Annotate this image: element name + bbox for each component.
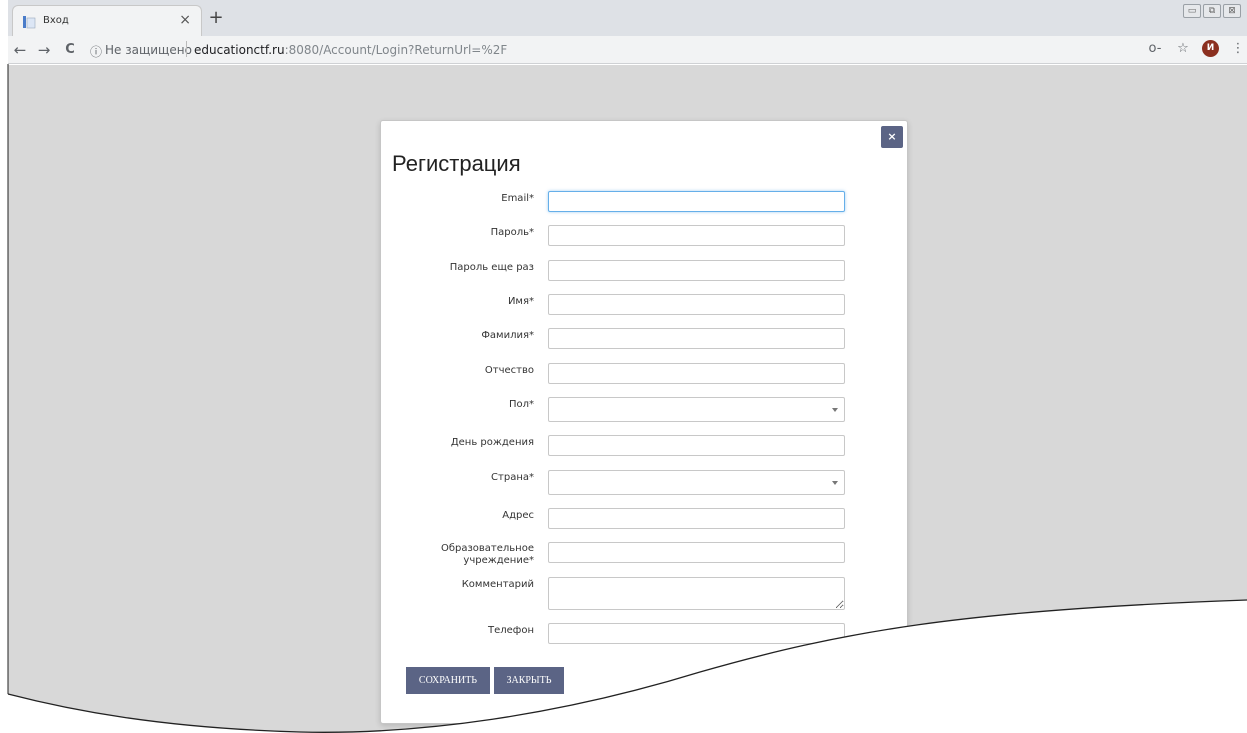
url-path: :8080/Account/Login?ReturnUrl=%2F [284, 43, 508, 57]
url-divider [186, 41, 187, 57]
first-name-field[interactable] [548, 294, 845, 315]
comment-textarea[interactable] [548, 577, 845, 610]
phone-field[interactable] [548, 623, 845, 644]
patronymic-field[interactable] [548, 363, 845, 384]
save-button[interactable]: СОХРАНИТЬ [406, 667, 490, 694]
password-repeat-field[interactable] [548, 260, 845, 281]
country-select[interactable] [548, 470, 845, 495]
tab-login[interactable]: Вход × [12, 5, 202, 36]
key-icon[interactable]: o- [1146, 41, 1164, 56]
bookmark-star-icon[interactable]: ☆ [1174, 41, 1192, 56]
back-arrow-icon[interactable]: ← [10, 40, 30, 60]
address-field[interactable] [548, 508, 845, 529]
tab-close-icon[interactable]: × [179, 12, 191, 28]
email-label: Email* [501, 193, 534, 204]
page-content: × Регистрация Email* Пароль* Пароль еще … [8, 65, 1247, 733]
new-tab-button[interactable]: + [205, 8, 227, 30]
institution-field[interactable] [548, 542, 845, 563]
institution-label-line1: Образовательное [440, 543, 534, 554]
first-name-label: Имя* [507, 296, 534, 307]
toolbar-actions: o- ☆ И ⋮ [1146, 40, 1247, 57]
institution-label-line2: учреждение* [463, 555, 534, 566]
birthday-field[interactable] [548, 435, 845, 456]
minimize-icon[interactable]: ▭ [1183, 4, 1201, 18]
profile-avatar[interactable]: И [1202, 40, 1219, 57]
restore-icon[interactable]: ⧉ [1203, 4, 1221, 18]
phone-label: Телефон [487, 625, 534, 636]
security-status[interactable]: Не защищено [105, 43, 192, 57]
patronymic-label: Отчество [484, 365, 534, 376]
comment-label: Комментарий [461, 579, 534, 590]
last-name-label: Фамилия* [481, 330, 534, 341]
tab-strip: Вход × + ▭ ⧉ ⊠ [8, 0, 1247, 36]
gender-label: Пол* [508, 399, 534, 410]
password-label: Пароль* [490, 227, 534, 238]
info-icon[interactable]: ⓘ [90, 43, 102, 60]
browser-toolbar: ← → C ⓘ Не защищено educationctf.ru:8080… [8, 36, 1247, 64]
menu-dots-icon[interactable]: ⋮ [1229, 41, 1247, 56]
password-field[interactable] [548, 225, 845, 246]
birthday-label: День рождения [450, 437, 534, 448]
address-label: Адрес [502, 510, 534, 521]
forward-arrow-icon[interactable]: → [34, 40, 54, 60]
tab-title: Вход [43, 15, 69, 26]
registration-modal: × Регистрация Email* Пароль* Пароль еще … [380, 120, 908, 724]
close-button[interactable]: ЗАКРЫТЬ [494, 667, 564, 694]
institution-label: Образовательное учреждение* [384, 543, 534, 567]
email-field[interactable] [548, 191, 845, 212]
chevron-down-icon [832, 481, 838, 485]
reload-icon[interactable]: C [60, 40, 80, 60]
modal-title: Регистрация [392, 151, 521, 176]
address-bar[interactable]: educationctf.ru:8080/Account/Login?Retur… [194, 43, 507, 57]
browser-window: Вход × + ▭ ⧉ ⊠ ← → C ⓘ Не защищено educa… [8, 0, 1247, 733]
last-name-field[interactable] [548, 328, 845, 349]
url-host: educationctf.ru [194, 43, 285, 57]
window-close-icon[interactable]: ⊠ [1223, 4, 1241, 18]
modal-close-button[interactable]: × [881, 126, 903, 148]
country-label: Страна* [491, 472, 534, 483]
chevron-down-icon [832, 408, 838, 412]
gender-select[interactable] [548, 397, 845, 422]
page-favicon-icon [23, 16, 36, 29]
window-controls: ▭ ⧉ ⊠ [1183, 4, 1241, 18]
password-repeat-label: Пароль еще раз [449, 262, 534, 273]
